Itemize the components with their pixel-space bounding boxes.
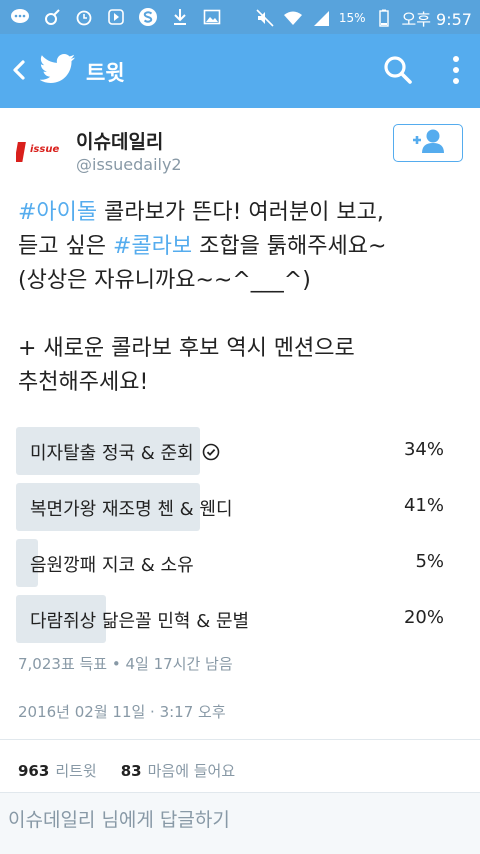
- retweet-label[interactable]: 리트윗: [55, 760, 96, 781]
- clock: 오후 9:57: [401, 10, 472, 29]
- poll-meta: 7,023표 득표 • 4일 17시간 남음: [18, 655, 233, 673]
- tweet-line: 추천해주세요!: [18, 370, 149, 395]
- alarm-icon: [74, 7, 94, 27]
- poll-option-label: 음원깡패 지코 & 소유: [30, 555, 194, 576]
- poll-option-label: 복면가왕 재조명 첸 & 웬디: [30, 499, 233, 520]
- status-bar: 15% 오후 9:57: [0, 0, 480, 34]
- app-bar: 트윗: [0, 34, 480, 108]
- reply-bar: [0, 792, 480, 854]
- search-icon[interactable]: [382, 54, 414, 86]
- poll-option-label: 미자탈출 정국 & 준회: [30, 443, 194, 464]
- user-name[interactable]: 이슈데일리: [76, 127, 163, 154]
- mute-icon: [255, 8, 275, 28]
- like-count[interactable]: 83: [121, 762, 142, 780]
- poll-option-percent: 41%: [403, 495, 444, 516]
- retweet-count[interactable]: 963: [18, 762, 49, 780]
- tweet-line: #아이돌 콜라보가 뜬다! 여러분이 보고,: [18, 196, 464, 230]
- poll: 미자탈출 정국 & 준회 34% 복면가왕 재조명 첸 & 웬디 41% 음원깡…: [16, 427, 464, 651]
- download-icon: [170, 7, 190, 27]
- gallery-icon: [202, 7, 222, 27]
- poll-option-label: 다람쥐상 닮은꼴 민혁 & 문별: [30, 611, 250, 632]
- avatar[interactable]: issue Daily: [14, 130, 92, 176]
- avatar-logo-text: issue Daily: [30, 144, 62, 155]
- more-vert-icon[interactable]: [446, 54, 466, 86]
- hashtag-link[interactable]: #아이돌: [18, 200, 97, 225]
- tweet-stats: 963 리트윗 83 마음에 들어요: [18, 760, 235, 781]
- poll-option[interactable]: 미자탈출 정국 & 준회 34%: [16, 427, 464, 475]
- hashtag-link[interactable]: #콜라보: [113, 234, 192, 259]
- tweet-spacer: [18, 298, 464, 332]
- check-circle-icon: [202, 443, 220, 461]
- poll-option[interactable]: 다람쥐상 닮은꼴 민혁 & 문별 20%: [16, 595, 464, 643]
- follow-button[interactable]: [393, 124, 463, 162]
- page-title: 트윗: [86, 61, 125, 85]
- poll-option-label-wrap: 복면가왕 재조명 첸 & 웬디: [30, 495, 233, 521]
- chat-bubble-icon: [10, 7, 30, 27]
- tweet-line: + 새로운 콜라보 후보 역시 멘션으로: [18, 336, 355, 361]
- poll-option-percent: 20%: [403, 607, 444, 628]
- signal-icon: [311, 8, 331, 28]
- play-icon: [106, 7, 126, 27]
- notification-icons: [10, 7, 222, 27]
- tweet-timestamp: 2016년 02월 11일 · 3:17 오후: [18, 703, 226, 721]
- s-app-icon: [138, 7, 158, 27]
- tweet-text-segment: 듣고 싶은: [18, 234, 113, 259]
- poll-option-label-wrap: 음원깡패 지코 & 소유: [30, 551, 194, 577]
- reply-input[interactable]: [8, 809, 468, 831]
- wifi-icon: [283, 8, 303, 28]
- person-icon: [42, 7, 62, 27]
- tweet-text-segment: 콜라보가 뜬다! 여러분이 보고,: [97, 200, 384, 225]
- divider: [0, 739, 480, 740]
- add-person-icon: [411, 128, 445, 158]
- battery-level: 15%: [338, 11, 366, 25]
- tweet-line: 듣고 싶은 #콜라보 조합을 툵해주세요~: [18, 230, 464, 264]
- twitter-bird-icon[interactable]: [39, 54, 76, 84]
- system-icons: 15% 오후 9:57: [255, 6, 472, 30]
- poll-option[interactable]: 음원깡패 지코 & 소유 5%: [16, 539, 464, 587]
- poll-option-label-wrap: 미자탈출 정국 & 준회: [30, 439, 220, 465]
- back-arrow-icon[interactable]: [8, 58, 32, 82]
- poll-option-percent: 34%: [403, 439, 444, 460]
- user-handle[interactable]: @issuedaily2: [76, 155, 182, 174]
- tweet-text: #아이돌 콜라보가 뜬다! 여러분이 보고, 듣고 싶은 #콜라보 조합을 툵해…: [18, 196, 464, 400]
- poll-option[interactable]: 복면가왕 재조명 첸 & 웬디 41%: [16, 483, 464, 531]
- like-label[interactable]: 마음에 들어요: [148, 760, 236, 781]
- battery-icon: [374, 8, 394, 28]
- poll-option-percent: 5%: [415, 551, 444, 572]
- tweet-text-segment: 조합을 툵해주세요~: [192, 234, 387, 259]
- poll-option-label-wrap: 다람쥐상 닮은꼴 민혁 & 문별: [30, 607, 249, 633]
- tweet-line: (상상은 자유니까요~~^___^): [18, 268, 311, 293]
